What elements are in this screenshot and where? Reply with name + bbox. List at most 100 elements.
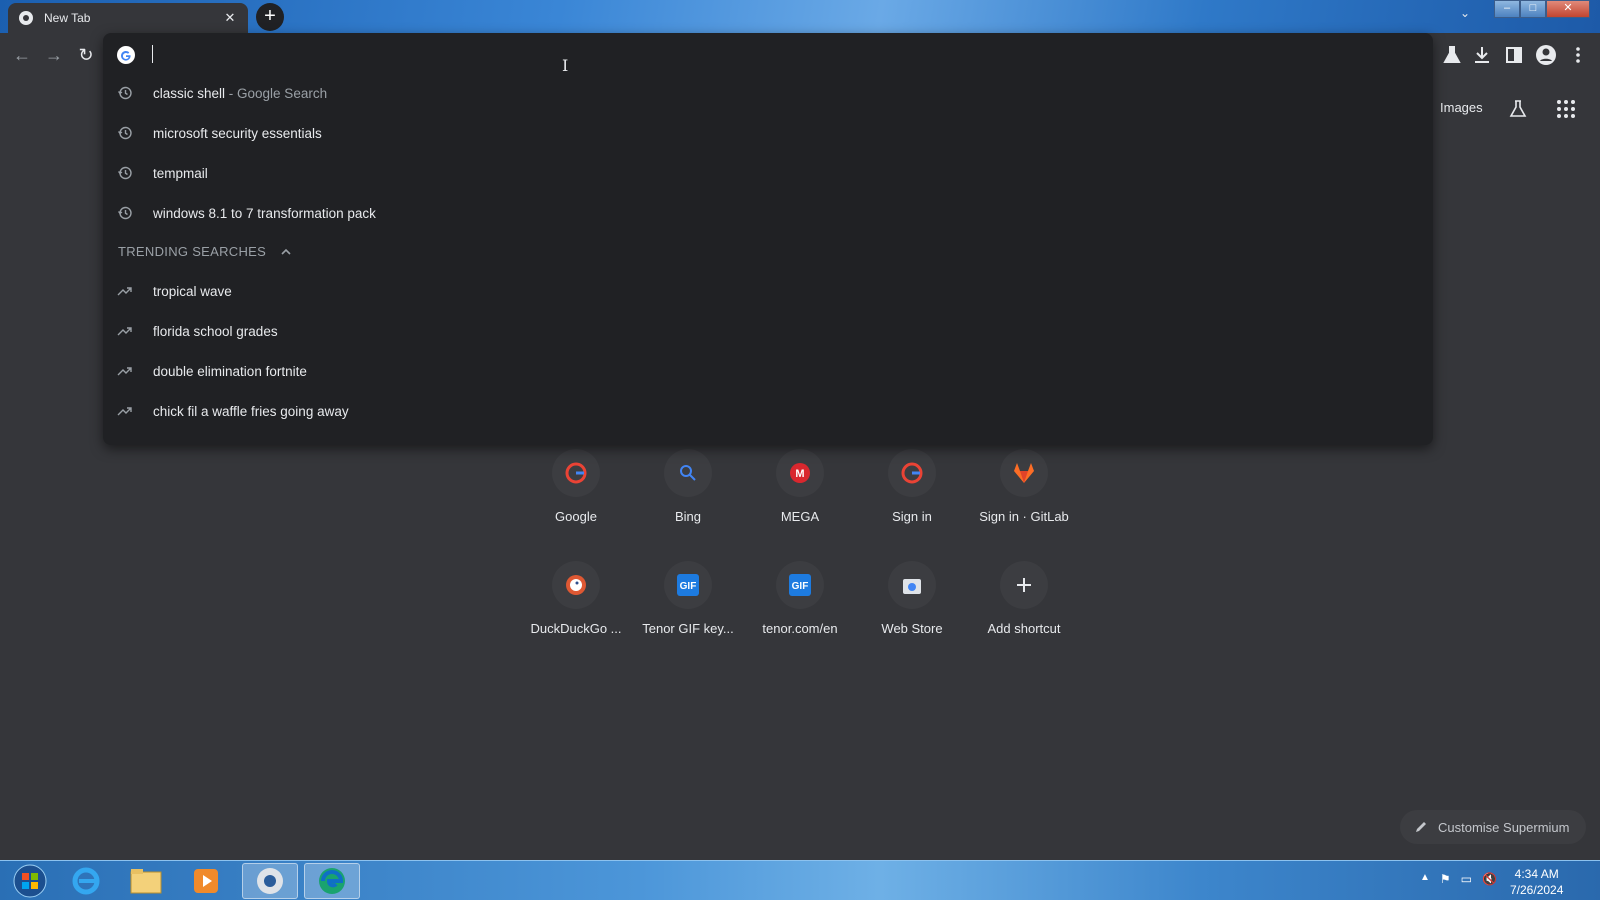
trending-header[interactable]: TRENDING SEARCHES <box>118 244 292 259</box>
suggestion-text: windows 8.1 to 7 transformation pack <box>153 205 376 221</box>
forward-icon[interactable]: → <box>42 43 66 67</box>
suggestion-text: microsoft security essentials <box>153 125 322 141</box>
shortcut-label: Sign in · GitLab <box>979 509 1069 524</box>
shortcut-tile[interactable]: GIF tenor.com/en <box>745 561 855 636</box>
new-tab-button[interactable]: + <box>256 3 284 31</box>
trending-arrow-icon <box>117 367 132 376</box>
edge-taskbar-button[interactable] <box>304 863 360 899</box>
maximize-button[interactable]: □ <box>1520 0 1546 18</box>
windows-taskbar: ▲ ⚑ ▭ 🔇 4:34 AM 7/26/2024 <box>0 860 1600 900</box>
minimize-button[interactable]: – <box>1494 0 1520 18</box>
taskbar-clock[interactable]: 4:34 AM 7/26/2024 <box>1510 866 1563 898</box>
tab-title: New Tab <box>44 11 91 25</box>
google-icon <box>888 449 936 497</box>
shortcut-label: Bing <box>674 509 702 524</box>
supermium-icon <box>257 868 283 894</box>
duckduckgo-icon <box>552 561 600 609</box>
side-panel-icon[interactable] <box>1502 43 1526 67</box>
start-button[interactable] <box>2 863 58 899</box>
play-icon <box>194 869 218 893</box>
google-icon <box>552 449 600 497</box>
tab-close-icon[interactable]: ✕ <box>222 10 238 26</box>
images-link[interactable]: Images <box>1440 100 1483 115</box>
clock-time: 4:34 AM <box>1514 867 1559 881</box>
history-suggestion[interactable]: windows 8.1 to 7 transformation pack <box>103 195 1433 231</box>
mouse-ibeam-cursor: I <box>562 56 569 75</box>
tab-new-tab[interactable]: New Tab ✕ <box>8 3 248 33</box>
history-clock-icon <box>118 86 132 100</box>
suggestion-text: chick fil a waffle fries going away <box>153 403 349 419</box>
shortcut-tile[interactable]: Sign in · GitLab <box>969 449 1079 524</box>
supermium-taskbar-button[interactable] <box>242 863 298 899</box>
customise-button[interactable]: Customise Supermium <box>1400 810 1586 844</box>
windows-logo-icon <box>13 864 47 898</box>
address-bar-input[interactable]: I <box>103 33 1433 75</box>
history-suggestion[interactable]: microsoft security essentials <box>103 115 1433 151</box>
profile-icon[interactable] <box>1534 43 1558 67</box>
history-clock-icon <box>118 206 132 220</box>
trending-header-label: TRENDING SEARCHES <box>118 244 267 259</box>
shortcut-label: Tenor GIF key... <box>642 621 734 636</box>
suggestion-text: double elimination fortnite <box>153 363 307 379</box>
chrome-icon <box>19 11 33 25</box>
customise-label: Customise Supermium <box>1438 819 1570 835</box>
shortcut-tile[interactable]: M MEGA <box>745 449 855 524</box>
show-hidden-icons[interactable]: ▲ <box>1420 872 1430 886</box>
reload-icon[interactable]: ↻ <box>74 43 98 67</box>
trending-arrow-icon <box>117 287 132 296</box>
shortcut-tile[interactable]: GIF Tenor GIF key... <box>633 561 743 636</box>
history-clock-icon <box>118 126 132 140</box>
network-icon[interactable]: ▭ <box>1461 872 1472 886</box>
back-icon[interactable]: ← <box>10 43 34 67</box>
svg-text:GIF: GIF <box>792 581 809 592</box>
text-cursor <box>152 45 153 63</box>
svg-text:GIF: GIF <box>680 581 697 592</box>
svg-text:M: M <box>795 468 804 480</box>
download-icon[interactable] <box>1470 43 1494 67</box>
shortcut-label: Google <box>555 509 597 524</box>
folder-icon <box>130 869 162 894</box>
shortcut-tile[interactable]: DuckDuckGo ... <box>521 561 631 636</box>
action-center-flag-icon[interactable]: ⚑ <box>1440 872 1451 886</box>
tab-strip: New Tab ✕ + ⌄ – □ ✕ <box>0 0 1600 33</box>
trending-suggestion[interactable]: chick fil a waffle fries going away <box>103 393 1433 429</box>
trending-suggestion[interactable]: tropical wave <box>103 273 1433 309</box>
trending-arrow-icon <box>117 327 132 336</box>
media-player-icon[interactable] <box>178 863 234 899</box>
trending-suggestion[interactable]: double elimination fortnite <box>103 353 1433 389</box>
history-suggestion[interactable]: classic shell - Google Search <box>103 75 1433 111</box>
history-suggestion[interactable]: tempmail <box>103 155 1433 191</box>
shortcut-tile[interactable]: Google <box>521 449 631 524</box>
shortcut-tile[interactable]: Web Store <box>857 561 967 636</box>
file-explorer-icon[interactable] <box>118 863 174 899</box>
volume-muted-icon[interactable]: 🔇 <box>1482 872 1497 886</box>
shortcut-tile[interactable]: Sign in <box>857 449 967 524</box>
apps-grid-icon[interactable] <box>1556 99 1576 119</box>
labs-icon[interactable] <box>1508 99 1528 119</box>
shortcut-label: DuckDuckGo ... <box>530 621 622 636</box>
chevron-up-icon[interactable] <box>280 246 292 258</box>
tab-search-icon[interactable]: ⌄ <box>1460 6 1470 20</box>
shortcut-tile[interactable]: Bing <box>633 449 743 524</box>
window-controls: – □ ✕ <box>1494 0 1590 18</box>
menu-icon[interactable] <box>1566 43 1590 67</box>
shortcut-label: MEGA <box>780 509 820 524</box>
shortcut-label: Web Store <box>881 621 943 636</box>
close-window-button[interactable]: ✕ <box>1546 0 1590 18</box>
system-tray: ▲ ⚑ ▭ 🔇 <box>1420 872 1497 886</box>
mega-icon: M <box>776 449 824 497</box>
labs-icon[interactable] <box>1440 43 1464 67</box>
pencil-icon <box>1416 822 1426 832</box>
clock-date: 7/26/2024 <box>1510 883 1564 897</box>
shortcut-label: tenor.com/en <box>762 621 838 636</box>
suggestion-text: florida school grades <box>153 323 278 339</box>
internet-explorer-icon[interactable] <box>58 863 114 899</box>
add-shortcut-tile[interactable]: Add shortcut <box>969 561 1079 636</box>
shortcut-label: Add shortcut <box>987 621 1061 636</box>
webstore-icon <box>888 561 936 609</box>
gitlab-icon <box>1000 449 1048 497</box>
plus-icon <box>1000 561 1048 609</box>
trending-suggestion[interactable]: florida school grades <box>103 313 1433 349</box>
gif-icon: GIF <box>776 561 824 609</box>
suggestion-text: tropical wave <box>153 283 232 299</box>
